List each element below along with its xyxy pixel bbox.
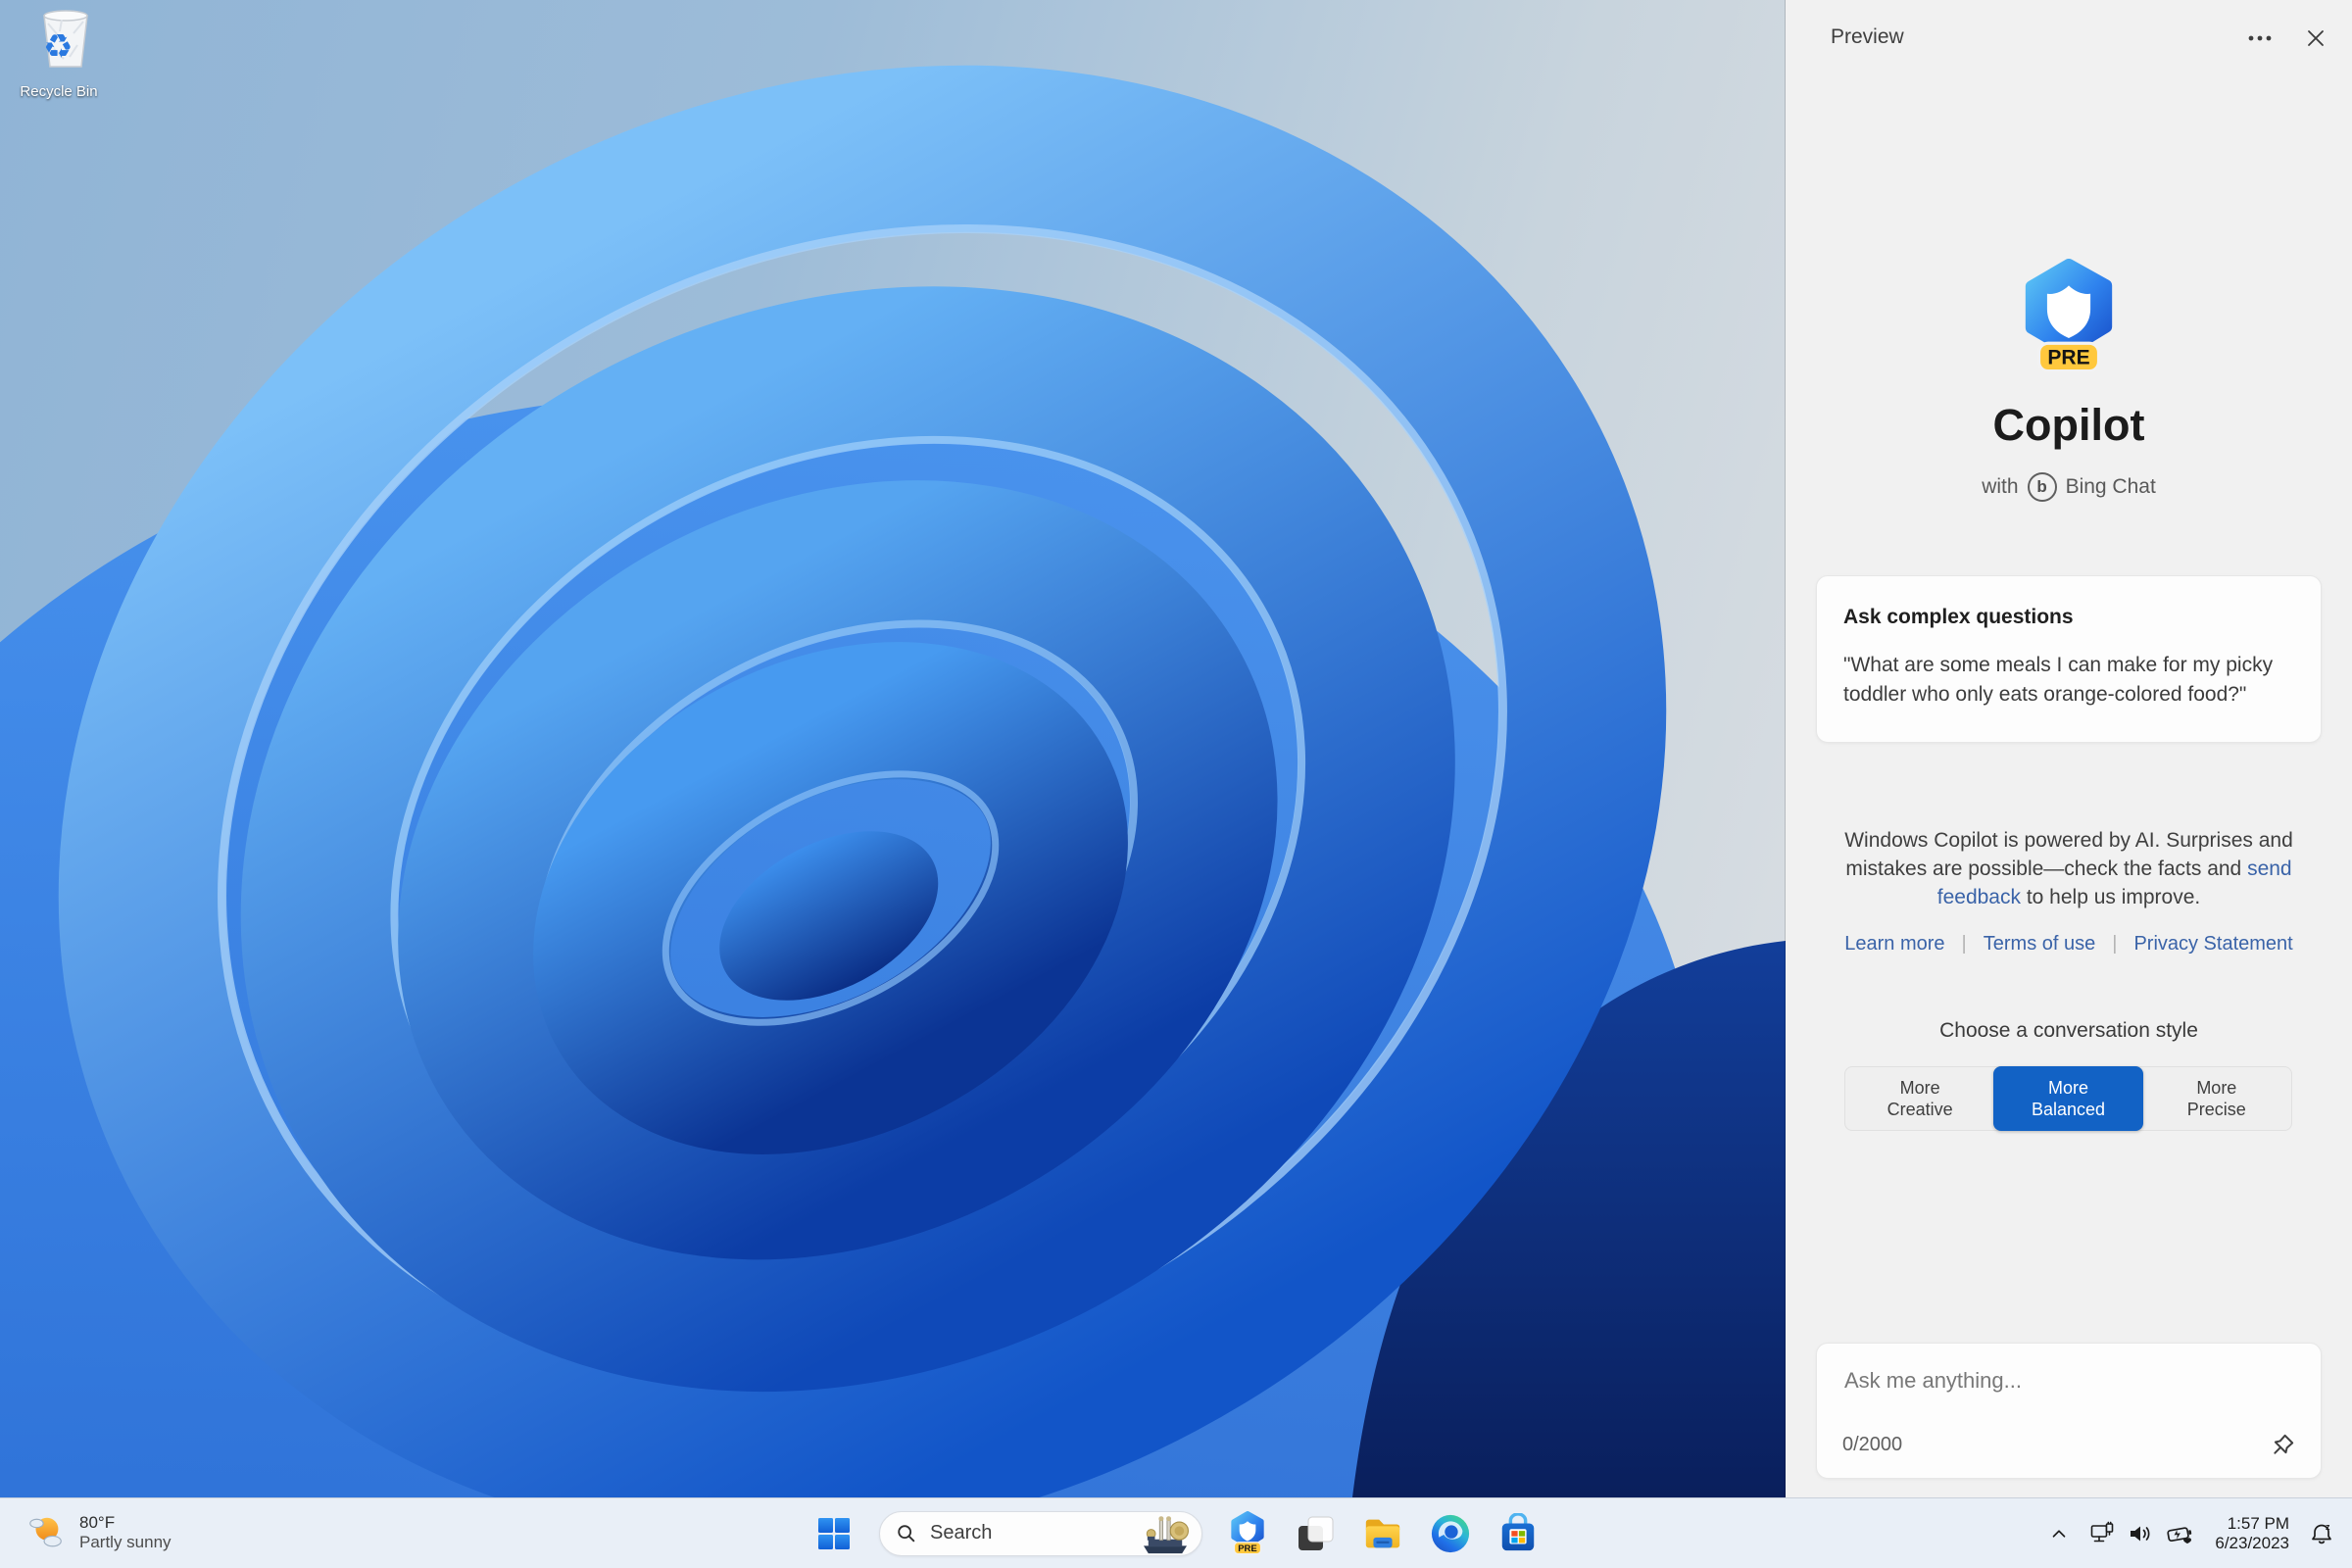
file-explorer-icon: [1365, 1519, 1400, 1547]
hidden-icons-button[interactable]: [2042, 1515, 2076, 1552]
subtitle-prefix: with: [1982, 475, 2019, 498]
learn-more-link[interactable]: Learn more: [1844, 933, 1944, 956]
disclaimer-before: Windows Copilot is powered by AI. Surpri…: [1844, 829, 2293, 880]
system-tray: 1:57 PM 6/23/2023 z: [2042, 1498, 2340, 1568]
notification-bell-button[interactable]: z: [2303, 1513, 2340, 1554]
tray-time: 1:57 PM: [2227, 1513, 2289, 1533]
battery-icon: [2167, 1526, 2192, 1544]
desktop: ♻ Recycle Bin Preview PRE Copilot with b…: [0, 0, 2352, 1568]
conversation-style-chooser: More Creative More Balanced More Precise: [1844, 1066, 2292, 1131]
suggestion-title: Ask complex questions: [1843, 606, 2074, 628]
option-line1: More: [2196, 1078, 2237, 1098]
suggestion-body: "What are some meals I can make for my p…: [1843, 654, 2274, 707]
widgets-weather-button[interactable]: 80°F Partly sunny: [14, 1503, 183, 1562]
copilot-taskbar-button[interactable]: PRE: [1225, 1510, 1270, 1556]
disclaimer-text: Windows Copilot is powered by AI. Surpri…: [1834, 826, 2304, 911]
volume-icon: [2131, 1526, 2150, 1541]
edge-icon: [1431, 1514, 1470, 1552]
weather-temperature: 80°F: [79, 1513, 116, 1532]
link-separator: |: [1961, 933, 1967, 955]
windows-logo-icon: [818, 1517, 850, 1549]
start-button[interactable]: [811, 1511, 857, 1556]
send-icon: [2274, 1434, 2294, 1454]
quick-settings-button[interactable]: [2083, 1513, 2201, 1554]
footer-links: Learn more | Terms of use | Privacy Stat…: [1786, 933, 2352, 956]
copilot-icon: PRE: [1231, 1510, 1264, 1554]
option-line2: Balanced: [2031, 1100, 2106, 1119]
bing-chat-icon: b: [2027, 472, 2057, 502]
recycle-symbol-icon: ♻: [43, 27, 74, 67]
pre-badge: PRE: [2047, 346, 2089, 368]
search-placeholder: Search: [930, 1522, 993, 1544]
option-line1: More: [2047, 1078, 2088, 1098]
task-view-button[interactable]: [1293, 1511, 1338, 1556]
clock[interactable]: 1:57 PM 6/23/2023: [2209, 1508, 2295, 1559]
store-button[interactable]: [1495, 1511, 1541, 1556]
send-button[interactable]: [2264, 1425, 2303, 1464]
style-option-more-creative[interactable]: More Creative: [1845, 1067, 1994, 1130]
option-line2: Precise: [2186, 1100, 2246, 1119]
copilot-panel: Preview PRE Copilot with b Bing Chat Ask…: [1786, 0, 2352, 1497]
close-button[interactable]: [2293, 20, 2338, 57]
disclaimer-after: to help us improve.: [2020, 886, 2201, 908]
taskbar-center: Search PRE: [811, 1498, 1541, 1568]
network-icon: [2091, 1521, 2114, 1542]
weather-icon: [29, 1517, 62, 1547]
store-icon: [1501, 1512, 1535, 1550]
bloom-wallpaper-art: [0, 65, 1786, 1497]
link-separator: |: [2112, 933, 2118, 955]
privacy-statement-link[interactable]: Privacy Statement: [2133, 933, 2292, 956]
option-line1: More: [1899, 1078, 1940, 1098]
close-icon: [2308, 30, 2324, 46]
chat-input-card: 0/2000: [1816, 1343, 2322, 1479]
file-explorer-button[interactable]: [1360, 1511, 1405, 1556]
taskbar: 80°F Partly sunny Search PRE 1:57 PM 6/2…: [0, 1497, 2352, 1568]
bell-dnd-icon: z: [2312, 1522, 2331, 1544]
suggestion-card[interactable]: Ask complex questions "What are some mea…: [1816, 575, 2322, 743]
subtitle-text: Bing Chat: [2065, 475, 2156, 498]
style-option-more-balanced[interactable]: More Balanced: [1993, 1066, 2143, 1131]
option-line2: Creative: [1886, 1100, 1953, 1119]
ellipsis-icon: [2248, 35, 2272, 41]
search-icon: [898, 1524, 915, 1542]
panel-title: Preview: [1831, 25, 1904, 48]
more-options-button[interactable]: [2238, 22, 2281, 55]
recycle-bin[interactable]: ♻ Recycle Bin: [14, 6, 104, 100]
app-subtitle: with b Bing Chat: [1786, 472, 2352, 502]
ask-input[interactable]: [1842, 1367, 2278, 1395]
style-option-more-precise[interactable]: More Precise: [2142, 1067, 2291, 1130]
app-title: Copilot: [1992, 400, 2145, 450]
task-view-icon: [1298, 1516, 1334, 1550]
desktop-wallpaper: [0, 0, 1786, 1497]
conversation-style-label: Choose a conversation style: [1939, 1019, 2198, 1042]
search-box[interactable]: Search: [879, 1510, 1202, 1556]
copilot-logo: PRE: [2010, 259, 2128, 378]
chevron-up-icon: [2053, 1529, 2066, 1538]
search-highlight-image: [1144, 1515, 1190, 1553]
recycle-bin-label: Recycle Bin: [20, 83, 98, 100]
tray-date: 6/23/2023: [2215, 1533, 2289, 1552]
char-counter: 0/2000: [1842, 1434, 1903, 1455]
pre-badge-small: PRE: [1238, 1543, 1257, 1553]
terms-of-use-link[interactable]: Terms of use: [1984, 933, 2095, 956]
weather-condition: Partly sunny: [79, 1533, 172, 1551]
edge-button[interactable]: [1428, 1511, 1473, 1556]
svg-text:z: z: [2326, 1522, 2330, 1532]
